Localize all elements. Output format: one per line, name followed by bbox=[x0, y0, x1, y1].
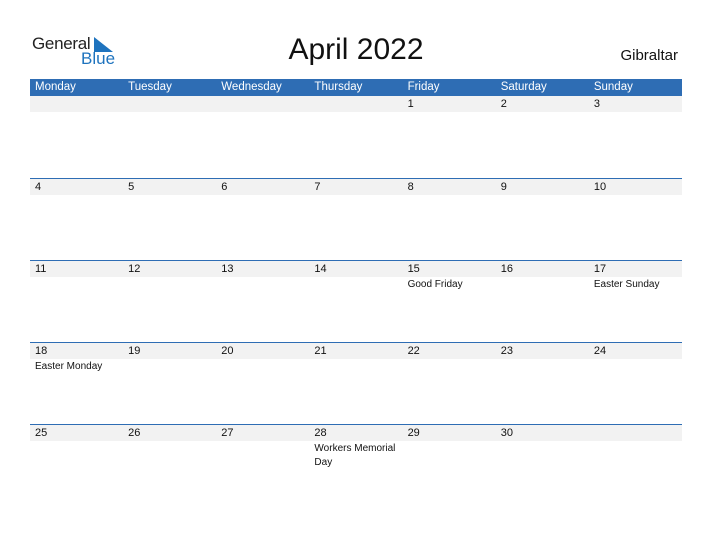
day-number: 3 bbox=[593, 98, 600, 110]
day-number: 21 bbox=[314, 345, 327, 357]
holiday-label bbox=[589, 441, 682, 470]
day-number: 12 bbox=[128, 263, 141, 275]
day-number-band: 4 5 6 7 8 9 10 bbox=[30, 179, 682, 195]
holiday-label bbox=[496, 441, 589, 470]
holiday-label bbox=[496, 359, 589, 374]
week-row: 1 2 3 bbox=[30, 96, 682, 178]
holiday-label bbox=[123, 277, 216, 292]
day-number: 9 bbox=[500, 181, 507, 193]
day-number: 18 bbox=[35, 345, 48, 357]
holiday-label bbox=[403, 359, 496, 374]
day-number: 14 bbox=[314, 263, 327, 275]
holiday-label: Good Friday bbox=[407, 279, 463, 290]
holiday-label bbox=[30, 441, 123, 470]
week-row: 11 12 13 14 15 16 17 Good Friday Easter Sunday bbox=[30, 260, 682, 342]
holiday-label bbox=[123, 112, 216, 113]
day-number: 16 bbox=[500, 263, 513, 275]
holiday-label bbox=[403, 195, 496, 196]
weekday-saturday: Saturday bbox=[500, 81, 547, 93]
day-number: 27 bbox=[221, 427, 234, 439]
day-number: 11 bbox=[35, 263, 47, 275]
holiday-label bbox=[216, 112, 309, 113]
weekday-sunday: Sunday bbox=[593, 81, 633, 93]
holiday-label bbox=[123, 441, 216, 470]
weekday-monday: Monday bbox=[35, 81, 76, 93]
day-number: 29 bbox=[407, 427, 420, 439]
holiday-label bbox=[30, 195, 123, 196]
day-number-band: 11 12 13 14 15 16 17 bbox=[30, 261, 682, 277]
holiday-label bbox=[496, 277, 589, 292]
holiday-label bbox=[216, 441, 309, 470]
country-label: Gibraltar bbox=[620, 47, 678, 64]
events-band: Workers Memorial Day bbox=[30, 441, 682, 470]
weekday-wednesday: Wednesday bbox=[221, 81, 282, 93]
day-number bbox=[216, 96, 309, 112]
holiday-label: Workers Memorial Day bbox=[314, 443, 396, 468]
holiday-label bbox=[216, 277, 309, 292]
day-number bbox=[30, 96, 123, 112]
holiday-label bbox=[309, 359, 402, 374]
holiday-label bbox=[496, 195, 589, 196]
day-number-band: 18 19 20 21 22 23 24 bbox=[30, 343, 682, 359]
week-row: 25 26 27 28 29 30 Workers Memorial Day bbox=[30, 424, 682, 506]
day-number bbox=[123, 96, 216, 112]
day-number bbox=[589, 425, 682, 441]
day-number: 20 bbox=[221, 345, 234, 357]
day-number: 1 bbox=[407, 98, 414, 110]
day-number-band: 25 26 27 28 29 30 bbox=[30, 425, 682, 441]
holiday-label bbox=[496, 112, 589, 113]
day-number: 7 bbox=[314, 181, 321, 193]
weekday-header: Monday Tuesday Wednesday Thursday Friday… bbox=[30, 79, 682, 96]
holiday-label bbox=[403, 441, 496, 470]
weekday-friday: Friday bbox=[407, 81, 440, 93]
day-number-band: 1 2 3 bbox=[30, 96, 682, 112]
holiday-label bbox=[589, 195, 682, 196]
holiday-label bbox=[30, 277, 123, 292]
holiday-label bbox=[216, 195, 309, 196]
day-number: 4 bbox=[35, 181, 42, 193]
day-number: 5 bbox=[128, 181, 135, 193]
day-number: 17 bbox=[593, 263, 607, 275]
day-number: 22 bbox=[407, 345, 420, 357]
day-number: 10 bbox=[593, 181, 607, 193]
day-number: 24 bbox=[593, 345, 607, 357]
day-number: 28 bbox=[314, 427, 327, 439]
weekday-tuesday: Tuesday bbox=[128, 81, 172, 93]
events-band bbox=[30, 112, 682, 113]
week-row: 4 5 6 7 8 9 10 bbox=[30, 178, 682, 260]
events-band bbox=[30, 195, 682, 196]
events-band: Easter Monday bbox=[30, 359, 682, 374]
holiday-label bbox=[309, 277, 402, 292]
day-number: 23 bbox=[500, 345, 513, 357]
holiday-label bbox=[309, 195, 402, 196]
day-number: 2 bbox=[500, 98, 507, 110]
day-number: 6 bbox=[221, 181, 228, 193]
holiday-label bbox=[30, 112, 123, 113]
holiday-label bbox=[589, 112, 682, 113]
day-number: 26 bbox=[128, 427, 141, 439]
holiday-label: Easter Monday bbox=[35, 361, 103, 372]
calendar-grid: Monday Tuesday Wednesday Thursday Friday… bbox=[30, 79, 682, 506]
day-number: 19 bbox=[128, 345, 141, 357]
weekday-thursday: Thursday bbox=[314, 81, 363, 93]
events-band: Good Friday Easter Sunday bbox=[30, 277, 682, 292]
holiday-label: Easter Sunday bbox=[593, 279, 660, 290]
week-row: 18 19 20 21 22 23 24 Easter Monday bbox=[30, 342, 682, 424]
holiday-label bbox=[123, 359, 216, 374]
page-title: April 2022 bbox=[288, 33, 424, 66]
day-number bbox=[309, 96, 402, 112]
day-number: 8 bbox=[407, 181, 414, 193]
holiday-label bbox=[589, 359, 682, 374]
day-number: 13 bbox=[221, 263, 234, 275]
day-number: 15 bbox=[407, 263, 420, 275]
holiday-label bbox=[309, 112, 402, 113]
day-number: 30 bbox=[500, 427, 513, 439]
day-number: 25 bbox=[35, 427, 48, 439]
holiday-label bbox=[216, 359, 309, 374]
holiday-label bbox=[403, 112, 496, 113]
holiday-label bbox=[123, 195, 216, 196]
